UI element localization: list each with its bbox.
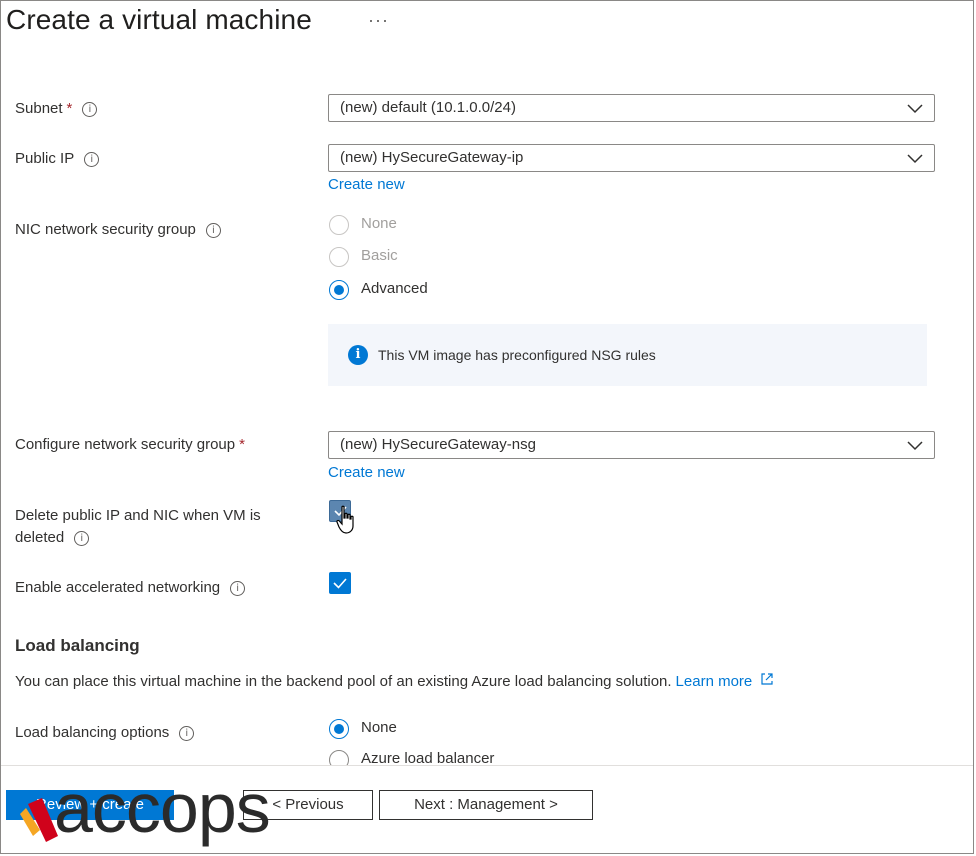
chevron-down-icon: [907, 441, 923, 451]
radio-circle: [329, 215, 349, 235]
public-ip-create-new-link[interactable]: Create new: [328, 176, 405, 193]
configure-nsg-label: Configure network security group *: [15, 436, 245, 453]
nsg-info-message: i This VM image has preconfigured NSG ru…: [328, 324, 927, 386]
learn-more-link[interactable]: Learn more: [676, 673, 775, 690]
subnet-dropdown[interactable]: (new) default (10.1.0.0/24): [328, 94, 935, 122]
load-balancing-description: You can place this virtual machine in th…: [15, 672, 774, 690]
radio-circle: [329, 280, 349, 300]
nsg-info-text: This VM image has preconfigured NSG rule…: [378, 347, 656, 363]
accel-net-label: Enable accelerated networking i: [15, 577, 246, 599]
load-balancing-options-label: Load balancing options i: [15, 722, 195, 744]
page-title: Create a virtual machine: [6, 4, 312, 35]
info-icon[interactable]: i: [205, 223, 221, 238]
info-icon[interactable]: i: [82, 102, 98, 117]
public-ip-label: Public IP i: [15, 148, 100, 170]
radio-circle: [329, 750, 349, 765]
accops-logo: accops: [20, 770, 271, 847]
nic-nsg-label: NIC network security group i: [15, 219, 221, 241]
configure-nsg-dropdown[interactable]: (new) HySecureGateway-nsg: [328, 431, 935, 459]
radio-circle: [329, 247, 349, 267]
external-link-icon: [761, 673, 774, 685]
chevron-down-icon: [907, 154, 923, 164]
next-management-button[interactable]: Next : Management >: [379, 790, 593, 820]
radio-circle: [329, 719, 349, 739]
scroll-clip: Azure load balancer: [0, 745, 974, 765]
configure-nsg-create-new-link[interactable]: Create new: [328, 464, 405, 481]
more-actions-icon[interactable]: ···: [368, 10, 389, 31]
configure-nsg-value: (new) HySecureGateway-nsg: [340, 436, 536, 453]
info-filled-icon: i: [348, 345, 368, 365]
info-icon[interactable]: i: [84, 152, 100, 167]
delete-ip-nic-label: Delete public IP and NIC when VM is dele…: [15, 507, 261, 546]
required-marker: *: [66, 100, 73, 117]
checkmark-icon: [333, 578, 347, 589]
required-marker: *: [239, 436, 245, 453]
info-icon[interactable]: i: [179, 726, 195, 741]
public-ip-dropdown[interactable]: (new) HySecureGateway-ip: [328, 144, 935, 172]
subnet-label: Subnet * i: [15, 98, 98, 120]
info-icon[interactable]: i: [230, 581, 246, 596]
public-ip-value: (new) HySecureGateway-ip: [340, 149, 524, 166]
subnet-value: (new) default (10.1.0.0/24): [340, 99, 516, 116]
chevron-down-icon: [907, 104, 923, 114]
hand-cursor-icon: [336, 505, 354, 534]
load-balancing-heading: Load balancing: [15, 636, 140, 655]
accel-net-checkbox[interactable]: [329, 572, 351, 594]
info-icon[interactable]: i: [74, 531, 90, 546]
logo-text: accops: [54, 770, 270, 847]
footer-divider: [1, 765, 973, 766]
